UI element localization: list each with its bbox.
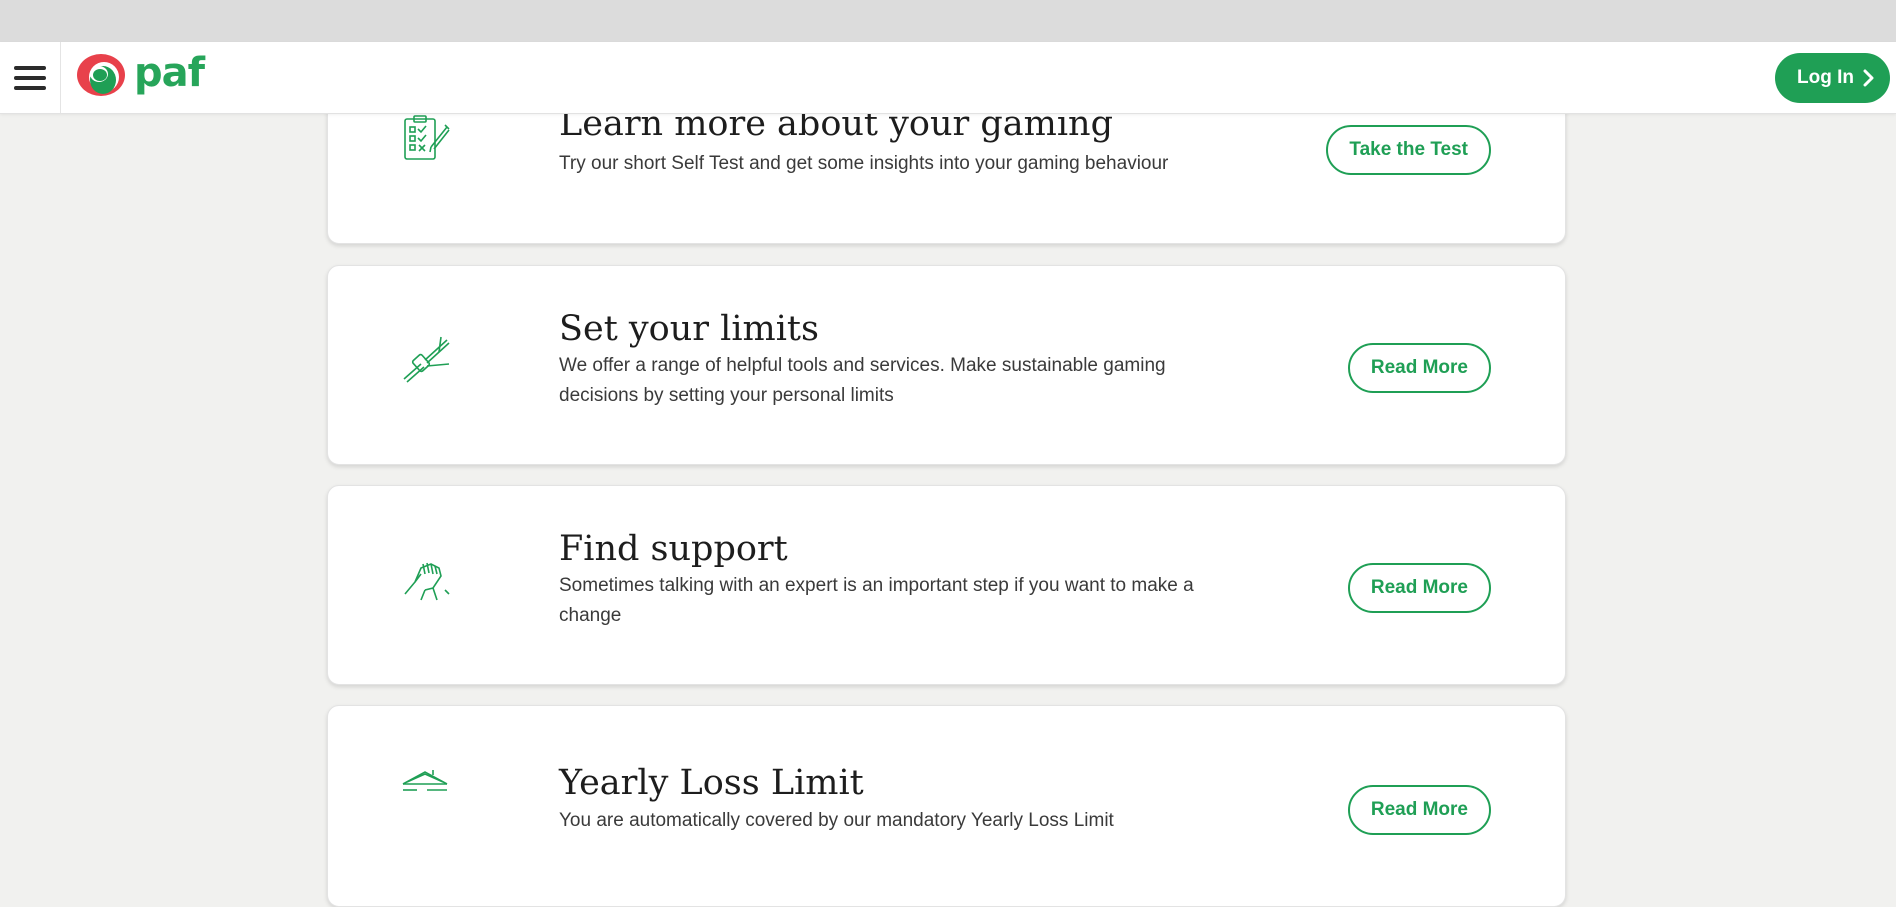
hamburger-menu-icon (14, 64, 46, 92)
paf-logo[interactable]: paf (74, 50, 205, 102)
log-in-button[interactable]: Log In (1775, 53, 1890, 103)
self-test-checklist-icon (401, 113, 451, 163)
log-in-label: Log In (1797, 67, 1854, 88)
read-more-limits-button[interactable]: Read More (1347, 343, 1491, 393)
hamburger-menu-button[interactable] (0, 42, 61, 113)
card-title: Set your limits (559, 309, 819, 349)
paf-logo-mark-icon (74, 52, 132, 102)
card-description: You are automatically covered by our man… (559, 810, 1114, 831)
seatbelt-icon (401, 334, 451, 384)
card-description: Try our short Self Test and get some ins… (559, 153, 1169, 174)
main-content: Learn more about your gaming Try our sho… (0, 0, 1896, 907)
take-the-test-button[interactable]: Take the Test (1326, 125, 1491, 175)
chevron-right-icon (1862, 69, 1874, 87)
card-description: Sometimes talking with an expert is an i… (559, 575, 1194, 626)
handshake-icon (401, 554, 451, 604)
card-title: Find support (559, 529, 788, 569)
card-find-support: Find support Sometimes talking with an e… (327, 485, 1566, 685)
read-more-yearly-loss-button[interactable]: Read More (1347, 785, 1491, 835)
card-description: We offer a range of helpful tools and se… (559, 355, 1166, 406)
paf-logo-text: paf (134, 50, 205, 96)
read-more-support-button[interactable]: Read More (1347, 563, 1491, 613)
card-yearly-loss-limit: Yearly Loss Limit You are automatically … (327, 705, 1566, 907)
site-header: paf Log In (0, 42, 1896, 114)
house-roof-icon (401, 766, 451, 816)
card-set-limits: Set your limits We offer a range of help… (327, 265, 1566, 465)
card-title: Yearly Loss Limit (559, 763, 864, 803)
